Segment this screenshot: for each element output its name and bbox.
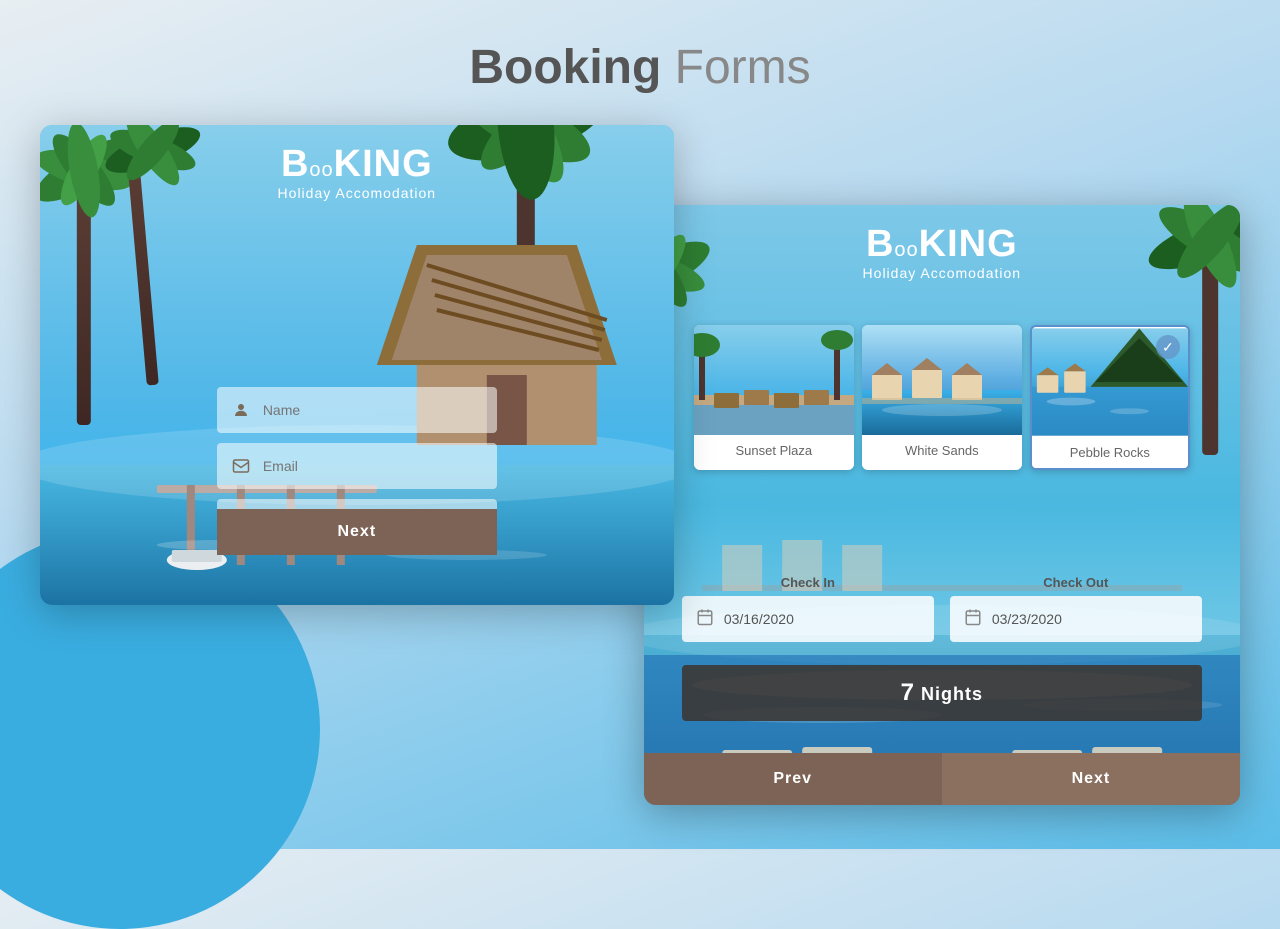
checkin-label: Check In <box>682 575 934 590</box>
forms-container: BooKING Holiday Accomodation <box>0 125 1280 805</box>
nights-count: 7 <box>901 679 915 706</box>
calendar-icon-checkout <box>964 608 982 631</box>
checkin-value: 03/16/2020 <box>724 611 794 627</box>
next-button-2[interactable]: Next <box>942 753 1240 805</box>
name-input[interactable] <box>263 402 485 418</box>
date-section: Check In 03/16/2020 Check Out <box>682 575 1202 642</box>
email-input[interactable] <box>263 458 485 474</box>
form-background-2: BooKING Holiday Accomodation <box>644 205 1240 805</box>
resort-label-1: Sunset Plaza <box>694 435 854 466</box>
logo-area-1: BooKING Holiday Accomodation <box>278 145 437 201</box>
nights-label: Nights <box>921 684 983 704</box>
booking-subtitle-1: Holiday Accomodation <box>278 185 437 201</box>
form-card-1: BooKING Holiday Accomodation <box>40 125 674 605</box>
booking-logo-2: BooKING <box>863 225 1022 263</box>
checkout-group: Check Out 03/23/2020 <box>950 575 1202 642</box>
prev-button[interactable]: Prev <box>644 753 942 805</box>
resort-card-sunset-plaza[interactable]: Sunset Plaza <box>694 325 854 470</box>
calendar-icon-checkin <box>696 608 714 631</box>
email-icon <box>229 454 253 478</box>
form-fields-1: Next <box>217 387 497 555</box>
checkin-field[interactable]: 03/16/2020 <box>682 596 934 642</box>
resort-label-3: Pebble Rocks <box>1032 437 1188 468</box>
form2-buttons: Prev Next <box>644 753 1240 805</box>
resort-image-2 <box>862 325 1022 435</box>
form-card-2: BooKING Holiday Accomodation <box>644 205 1240 805</box>
email-field-row <box>217 443 497 489</box>
form-background-1: BooKING Holiday Accomodation <box>40 125 674 605</box>
booking-subtitle-2: Holiday Accomodation <box>863 265 1022 281</box>
booking-logo-1: BooKING <box>278 145 437 183</box>
resort-image-3: ✓ <box>1032 327 1188 437</box>
checkout-value: 03/23/2020 <box>992 611 1062 627</box>
title-light: Forms <box>661 41 810 94</box>
resort-card-pebble-rocks[interactable]: ✓ Pebble Rocks <box>1030 325 1190 470</box>
page-title: Booking Forms <box>0 0 1280 125</box>
next-button-1[interactable]: Next <box>217 509 497 555</box>
nights-bar: 7 Nights <box>682 665 1202 721</box>
resort-label-2: White Sands <box>862 435 1022 466</box>
resort-image-1 <box>694 325 854 435</box>
checkout-label: Check Out <box>950 575 1202 590</box>
checkin-group: Check In 03/16/2020 <box>682 575 934 642</box>
resort-cards: Sunset Plaza <box>672 325 1212 470</box>
logo-area-2: BooKING Holiday Accomodation <box>863 225 1022 281</box>
resort-card-white-sands[interactable]: White Sands <box>862 325 1022 470</box>
title-bold: Booking <box>469 41 661 94</box>
checkout-field[interactable]: 03/23/2020 <box>950 596 1202 642</box>
person-icon <box>229 398 253 422</box>
selected-check: ✓ <box>1156 335 1180 359</box>
name-field-row <box>217 387 497 433</box>
